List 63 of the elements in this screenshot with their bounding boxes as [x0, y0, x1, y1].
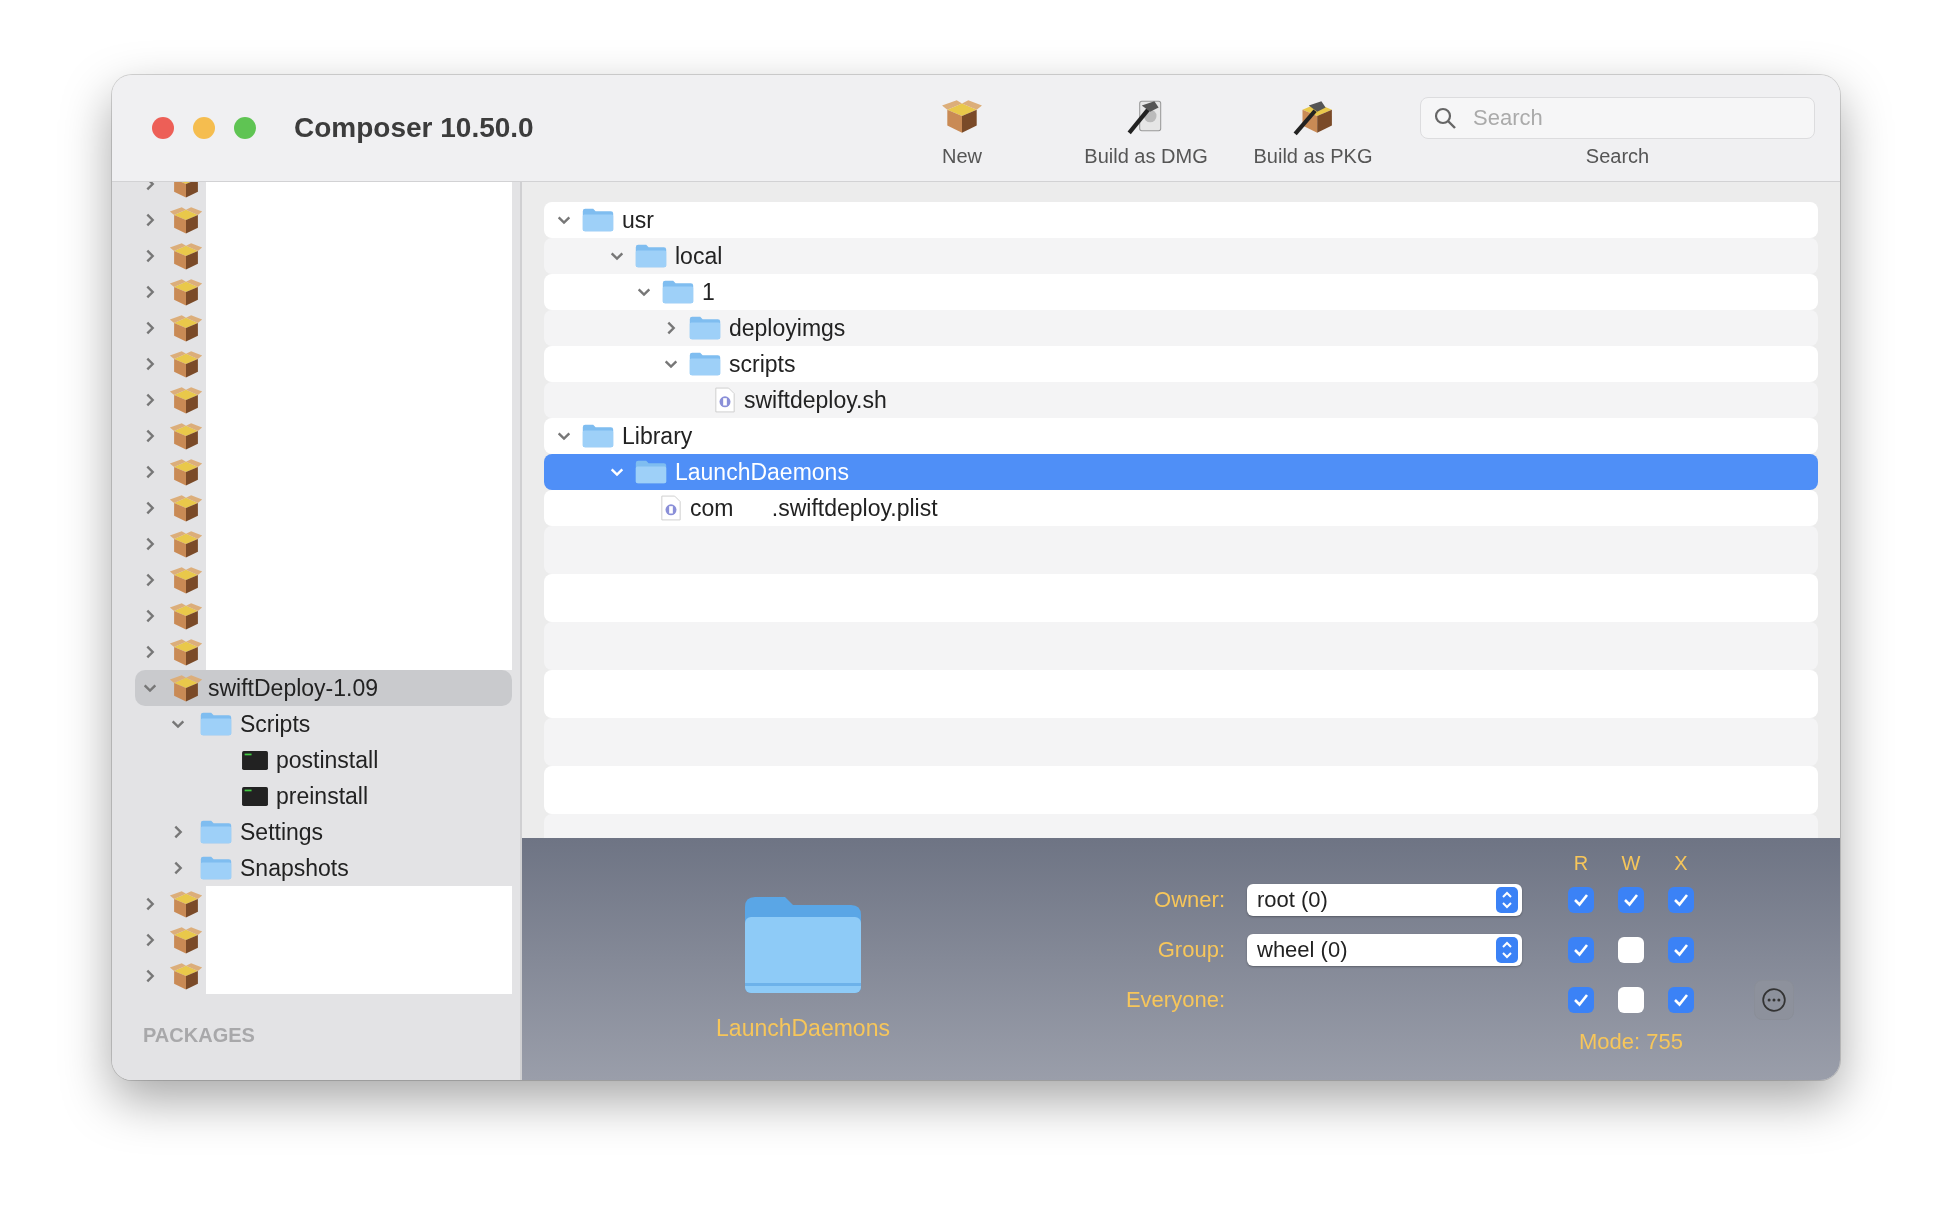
tree-row[interactable]: com .swiftdeploy.plist	[544, 490, 1818, 526]
checkbox[interactable]	[1568, 887, 1594, 913]
field-label: Owner:	[1153, 887, 1225, 913]
ellipsis-icon	[1761, 987, 1787, 1013]
script-file-icon	[660, 495, 682, 521]
script-file-icon	[714, 387, 736, 413]
tree-row[interactable]: deployimgs	[544, 310, 1818, 346]
checkbox[interactable]	[1668, 887, 1694, 913]
window-title: Composer 10.50.0	[294, 112, 534, 144]
close-button[interactable]	[152, 117, 174, 139]
field-label: Group:	[1156, 937, 1225, 963]
checkbox[interactable]	[1618, 937, 1644, 963]
checkbox[interactable]	[1618, 887, 1644, 913]
checkbox[interactable]	[1668, 937, 1694, 963]
more-button[interactable]	[1754, 980, 1794, 1020]
field-label: Everyone:	[1124, 987, 1225, 1013]
terminal-icon	[242, 750, 268, 770]
sidebar-item[interactable]: Snapshots	[135, 850, 512, 886]
stepper-icon	[1496, 937, 1518, 963]
search-field[interactable]: Search	[1420, 97, 1815, 139]
sidebar-item[interactable]: preinstall	[135, 778, 512, 814]
tree-row[interactable]: Library	[544, 418, 1818, 454]
dropdown[interactable]: root (0)	[1247, 884, 1522, 916]
tree-row[interactable]: 1	[544, 274, 1818, 310]
folder-icon	[635, 460, 667, 484]
tree-row[interactable]: scripts	[544, 346, 1818, 382]
terminal-icon	[242, 786, 268, 806]
folder-name: LaunchDaemons	[716, 1015, 890, 1042]
zoom-button[interactable]	[234, 117, 256, 139]
search-icon	[1433, 106, 1457, 130]
sidebar-item[interactable]: postinstall	[135, 742, 512, 778]
checkbox[interactable]	[1668, 987, 1694, 1013]
dropdown[interactable]: wheel (0)	[1247, 934, 1522, 966]
sidebar-item[interactable]: Scripts	[135, 706, 512, 742]
folder-icon	[689, 352, 721, 376]
toolbar-button[interactable]: New	[902, 95, 1022, 168]
minimize-button[interactable]	[193, 117, 215, 139]
folder-icon	[200, 712, 232, 736]
column-header: R	[1572, 856, 1590, 870]
folder-icon	[200, 856, 232, 880]
checkbox[interactable]	[1568, 987, 1594, 1013]
column-header: X	[1673, 856, 1689, 870]
mode-label: Mode: 755	[1578, 1029, 1684, 1055]
sidebar-item[interactable]: Settings	[135, 814, 512, 850]
folder-icon	[582, 208, 614, 232]
folder-icon	[662, 280, 694, 304]
checkbox[interactable]	[1618, 987, 1644, 1013]
folder-icon	[743, 895, 863, 995]
toolbar-button[interactable]: Build as PKG	[1238, 95, 1388, 168]
folder-icon	[689, 316, 721, 340]
folder-icon	[200, 820, 232, 844]
sidebar-item[interactable]: swiftDeploy-1.09	[135, 670, 512, 706]
search-label: Search	[1585, 145, 1650, 168]
folder-icon	[582, 424, 614, 448]
toolbar-button[interactable]: Build as DMG	[1071, 95, 1221, 168]
folder-icon	[635, 244, 667, 268]
tree-row[interactable]: swiftdeploy.sh	[544, 382, 1818, 418]
tree-row[interactable]: usr	[544, 202, 1818, 238]
tree-row[interactable]: local	[544, 238, 1818, 274]
stepper-icon	[1496, 887, 1518, 913]
checkbox[interactable]	[1568, 937, 1594, 963]
section-label: PACKAGES	[143, 1024, 256, 1047]
column-header: W	[1620, 856, 1642, 870]
